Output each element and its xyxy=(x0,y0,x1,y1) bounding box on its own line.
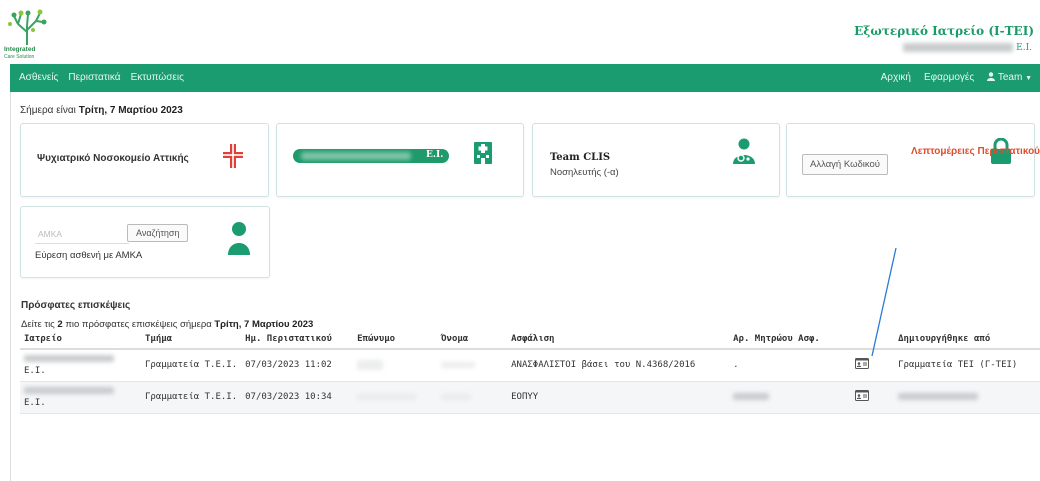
recent-visits-table: Ιατρείο Τμήμα Ημ. Περιστατικού Επώνυμο Ό… xyxy=(20,330,1040,414)
today-date: Σήμερα είναι Τρίτη, 7 Μαρτίου 2023 xyxy=(20,105,183,116)
cell-insurance-reg-no xyxy=(729,381,852,414)
redacted-text xyxy=(301,152,411,160)
redacted-text xyxy=(441,393,472,400)
chevron-down-icon: ▼ xyxy=(1025,75,1032,82)
redacted-text xyxy=(24,387,114,394)
logo-text: Integrated xyxy=(4,46,36,53)
navbar: Ασθενείς Περιστατικά Εκτυπώσεις Αρχική Ε… xyxy=(10,64,1040,92)
nav-patients[interactable]: Ασθενείς xyxy=(19,72,58,83)
table-header-row: Ιατρείο Τμήμα Ημ. Περιστατικού Επώνυμο Ό… xyxy=(20,330,1040,350)
cell-surname xyxy=(353,381,438,414)
col-case-date[interactable]: Ημ. Περιστατικού xyxy=(241,330,354,350)
col-actions xyxy=(851,330,895,350)
patient-search-card: Αναζήτηση Εύρεση ασθενή με ΑΜΚΑ xyxy=(20,206,270,278)
nav-applications[interactable]: Εφαρμογές xyxy=(924,72,974,83)
col-insurance[interactable]: Ασφάλιση xyxy=(507,330,730,350)
nav-user-menu[interactable]: Team ▼ xyxy=(987,72,1032,83)
nav-right: Αρχική Εφαρμογές Team ▼ xyxy=(881,72,1032,83)
main-content: Σήμερα είναι Τρίτη, 7 Μαρτίου 2023 Ψυχια… xyxy=(10,92,1040,481)
cell-insurance: ΑΝΑΣΦΑΛΙΣΤΟΙ βάσει του Ν.4368/2016 xyxy=(507,349,730,382)
redacted-text xyxy=(357,393,418,400)
cell-clinic: Ε.Ι. xyxy=(20,381,141,414)
redacted-text xyxy=(441,361,476,368)
recent-visits-subtitle: Δείτε τις 2 πιο πρόσφατες επισκέψεις σήμ… xyxy=(21,319,314,330)
redacted-text xyxy=(898,393,979,400)
cell-created-by xyxy=(894,381,1040,414)
app-header: Integrated Care Solution Εξωτερικό Ιατρε… xyxy=(0,0,1040,64)
hospital-building-icon xyxy=(474,142,492,164)
patient-icon xyxy=(228,222,250,255)
table-row[interactable]: Ε.Ι. Γραμματεία Τ.Ε.Ι. 07/03/2023 11:02 … xyxy=(20,349,1040,382)
hospital-card: Ψυχιατρικό Νοσοκομείο Αττικής xyxy=(20,123,269,197)
redacted-text xyxy=(733,393,770,400)
cell-case-date: 07/03/2023 10:34 xyxy=(241,381,354,414)
user-name: Team CLIS xyxy=(550,152,611,163)
recent-visits-title: Πρόσφατες επισκέψεις xyxy=(21,300,131,311)
table-row[interactable]: Ε.Ι. Γραμματεία Τ.Ε.Ι. 07/03/2023 10:34 … xyxy=(20,381,1040,414)
cell-insurance-reg-no: . xyxy=(729,349,852,382)
nav-cases[interactable]: Περιστατικά xyxy=(68,72,120,83)
clinic-subtitle: Ε.Ι. xyxy=(903,43,1032,53)
redacted-text xyxy=(903,43,1014,52)
redacted-text xyxy=(24,355,114,363)
col-firstname[interactable]: Όνομα xyxy=(437,330,508,350)
cell-firstname xyxy=(437,349,508,382)
password-card: Αλλαγή Κωδικού xyxy=(786,123,1035,197)
user-card: Team CLIS Νοσηλευτής (-α) xyxy=(532,123,780,197)
cell-actions xyxy=(851,381,895,414)
tree-logo-icon xyxy=(8,9,47,45)
amka-input[interactable] xyxy=(35,224,129,244)
logo-subtext: Care Solution xyxy=(4,54,35,60)
col-department[interactable]: Τμήμα xyxy=(141,330,242,350)
unit-card: Ε.Ι. xyxy=(276,123,524,197)
search-button[interactable]: Αναζήτηση xyxy=(127,224,189,242)
cell-department: Γραμματεία Τ.Ε.Ι. xyxy=(141,381,242,414)
search-caption: Εύρεση ασθενή με ΑΜΚΑ xyxy=(35,250,143,261)
col-clinic[interactable]: Ιατρείο xyxy=(20,330,141,350)
user-role: Νοσηλευτής (-α) xyxy=(550,167,619,178)
unit-name-pill: Ε.Ι. xyxy=(293,149,449,163)
col-created-by[interactable]: Δημιουργήθηκε από xyxy=(894,330,1040,350)
cell-insurance: ΕΟΠΥΥ xyxy=(507,381,730,414)
doctor-icon xyxy=(733,138,755,164)
cell-created-by: Γραμματεία ΤΕΙ (Γ-ΤΕΙ) xyxy=(894,349,1040,382)
col-surname[interactable]: Επώνυμο xyxy=(353,330,438,350)
clinic-title: Εξωτερικό Ιατρείο (Ι-ΤΕΙ) xyxy=(854,24,1034,38)
cell-surname xyxy=(353,349,438,382)
case-details-icon[interactable] xyxy=(855,358,870,370)
cell-clinic: Ε.Ι. xyxy=(20,349,141,382)
cell-actions xyxy=(851,349,895,382)
nav-prints[interactable]: Εκτυπώσεις xyxy=(131,72,184,83)
user-icon xyxy=(987,72,996,81)
nav-left: Ασθενείς Περιστατικά Εκτυπώσεις xyxy=(19,72,184,83)
case-details-annotation: Λεπτομέρειες Περιστατικού xyxy=(911,146,1040,157)
case-details-icon[interactable] xyxy=(855,390,870,401)
col-insurance-reg-no[interactable]: Αρ. Μητρώου Ασφ. xyxy=(729,330,852,350)
hospital-cross-icon xyxy=(223,144,243,168)
change-password-button[interactable]: Αλλαγή Κωδικού xyxy=(802,154,889,175)
nav-home[interactable]: Αρχική xyxy=(881,72,911,83)
cell-case-date: 07/03/2023 11:02 xyxy=(241,349,354,382)
logo[interactable]: Integrated Care Solution xyxy=(4,8,60,62)
redacted-text xyxy=(357,360,384,370)
cell-department: Γραμματεία Τ.Ε.Ι. xyxy=(141,349,242,382)
hospital-name: Ψυχιατρικό Νοσοκομείο Αττικής xyxy=(37,153,189,164)
cell-firstname xyxy=(437,381,508,414)
